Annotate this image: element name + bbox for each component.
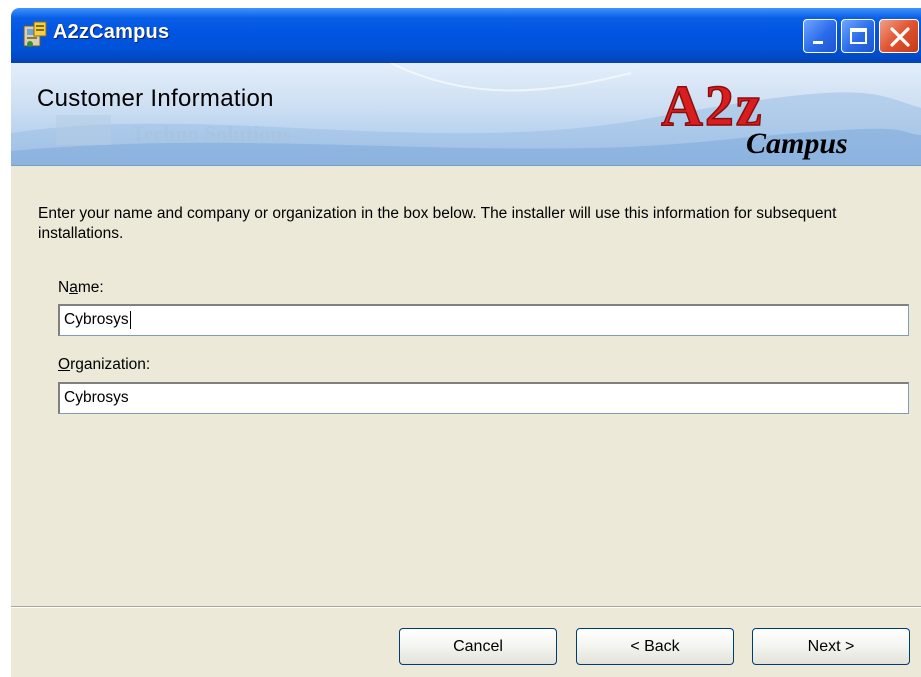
installer-window: A2zCampus Customer Information Techno So…: [11, 8, 921, 677]
organization-label-suffix: rganization:: [70, 356, 151, 373]
page-title: Customer Information: [37, 85, 274, 112]
next-button[interactable]: Next >: [752, 628, 910, 665]
text-caret: [129, 311, 131, 329]
window-title: A2zCampus: [53, 21, 170, 43]
banner-watermark-text: Techno Solutions: [131, 121, 291, 146]
cancel-button[interactable]: Cancel: [399, 628, 557, 665]
close-icon: [890, 27, 910, 47]
logo-secondary-text: Campus: [746, 127, 848, 160]
footer-divider: [11, 606, 921, 608]
maximize-icon: [850, 28, 867, 44]
header-banner: Customer Information Techno Solutions A2…: [11, 63, 921, 166]
name-input-value: Cybrosys: [64, 311, 129, 329]
organization-input[interactable]: Cybrosys: [58, 382, 909, 414]
back-button[interactable]: < Back: [576, 628, 734, 665]
minimize-icon: [813, 41, 823, 44]
name-label-suffix: me:: [77, 279, 104, 296]
name-input[interactable]: Cybrosys: [58, 304, 909, 336]
name-label-prefix: N: [58, 279, 70, 296]
name-label-accelerator: a: [69, 279, 78, 296]
maximize-button[interactable]: [841, 19, 875, 53]
a2z-campus-logo: A2z Campus: [661, 75, 848, 160]
instructions-text: Enter your name and company or organizat…: [38, 205, 837, 242]
installer-app-icon: [23, 21, 47, 47]
minimize-button[interactable]: [803, 19, 837, 53]
title-bar[interactable]: A2zCampus: [11, 8, 921, 63]
name-label: Name:: [58, 279, 104, 297]
close-button[interactable]: [879, 19, 919, 53]
organization-label: Organization:: [58, 356, 150, 374]
organization-label-accelerator: O: [58, 356, 71, 373]
organization-input-value: Cybrosys: [64, 389, 129, 406]
dialog-content: Enter your name and company or organizat…: [11, 166, 921, 606]
